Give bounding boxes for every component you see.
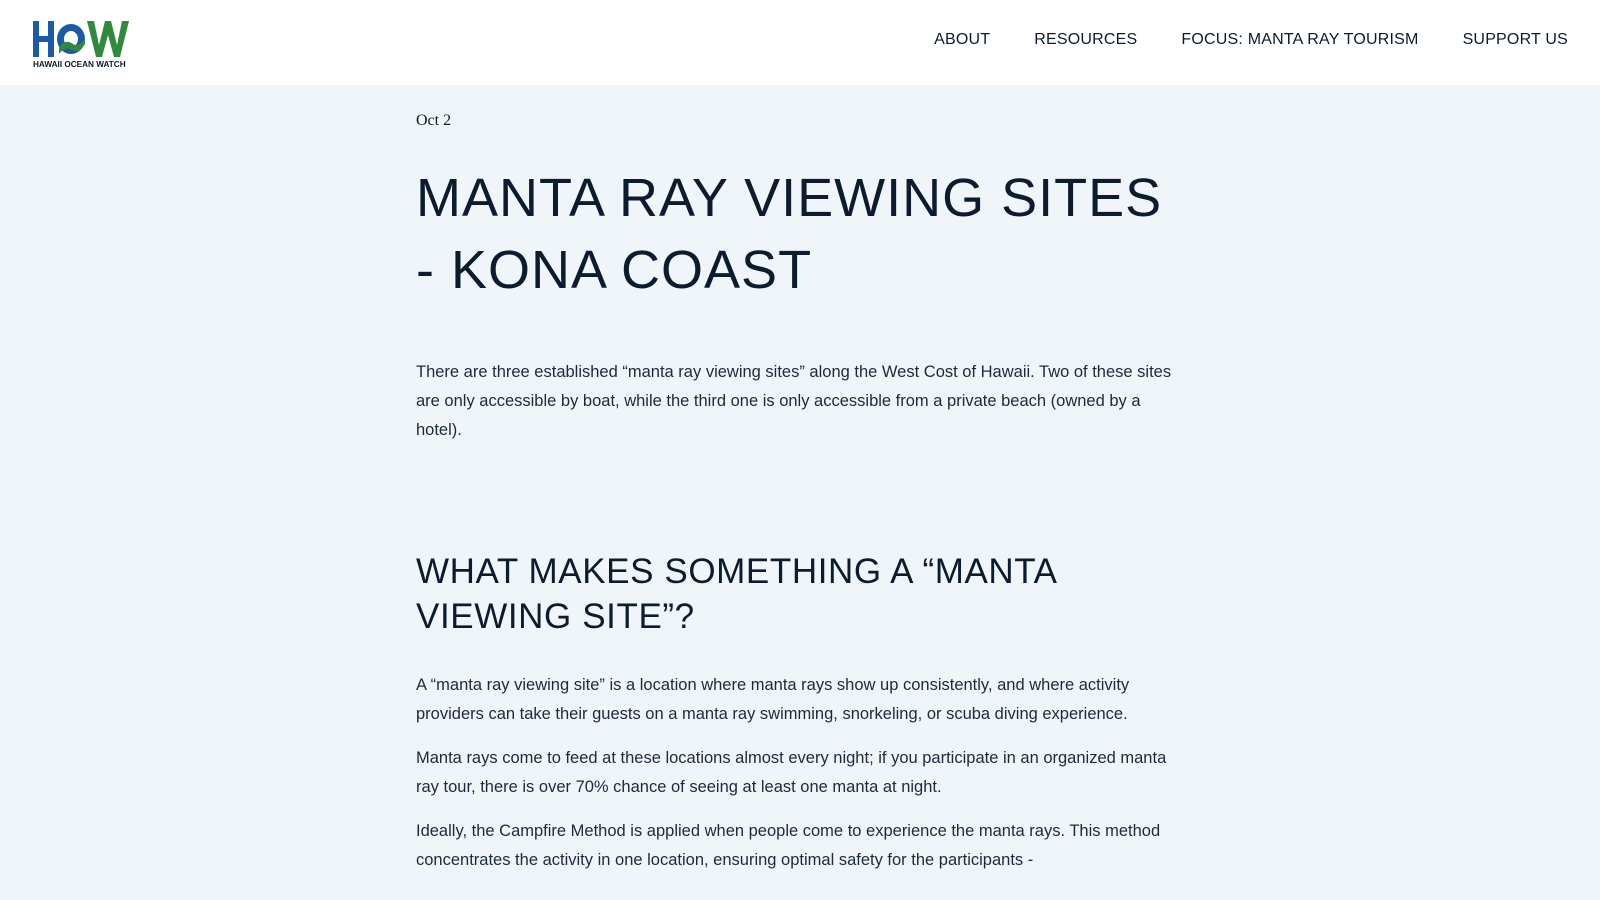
article: Oct 2 MANTA RAY VIEWING SITES - KONA COA…: [416, 112, 1184, 890]
nav-focus-manta-ray-tourism[interactable]: FOCUS: MANTA RAY TOURISM: [1181, 31, 1418, 49]
body-paragraph: Ideally, the Campfire Method is applied …: [416, 822, 1161, 869]
svg-text:HAWAII OCEAN WATCH: HAWAII OCEAN WATCH: [33, 60, 126, 69]
post-date: Oct 2: [416, 112, 452, 129]
body-paragraph: A “manta ray viewing site” is a location…: [416, 676, 1130, 723]
section-heading: WHAT MAKES SOMETHING A “MANTA VIEWING SI…: [416, 552, 1056, 636]
nav-about[interactable]: ABOUT: [934, 31, 990, 49]
nav-support-us[interactable]: SUPPORT US: [1463, 31, 1568, 49]
main-nav: ABOUT RESOURCES FOCUS: MANTA RAY TOURISM…: [934, 0, 1568, 80]
site-header: HAWAII OCEAN WATCH ABOUT RESOURCES FOCUS…: [0, 0, 1600, 85]
article-body: A “manta ray viewing site” is a location…: [416, 671, 1184, 875]
body-paragraph: Manta rays come to feed at these locatio…: [416, 749, 1167, 796]
how-logo-icon: HAWAII OCEAN WATCH: [33, 21, 129, 69]
page-title: MANTA RAY VIEWING SITES - KONA COAST: [416, 168, 1163, 300]
nav-resources[interactable]: RESOURCES: [1034, 31, 1137, 49]
intro-paragraph: There are three established “manta ray v…: [416, 363, 1172, 439]
logo[interactable]: HAWAII OCEAN WATCH: [33, 18, 145, 70]
